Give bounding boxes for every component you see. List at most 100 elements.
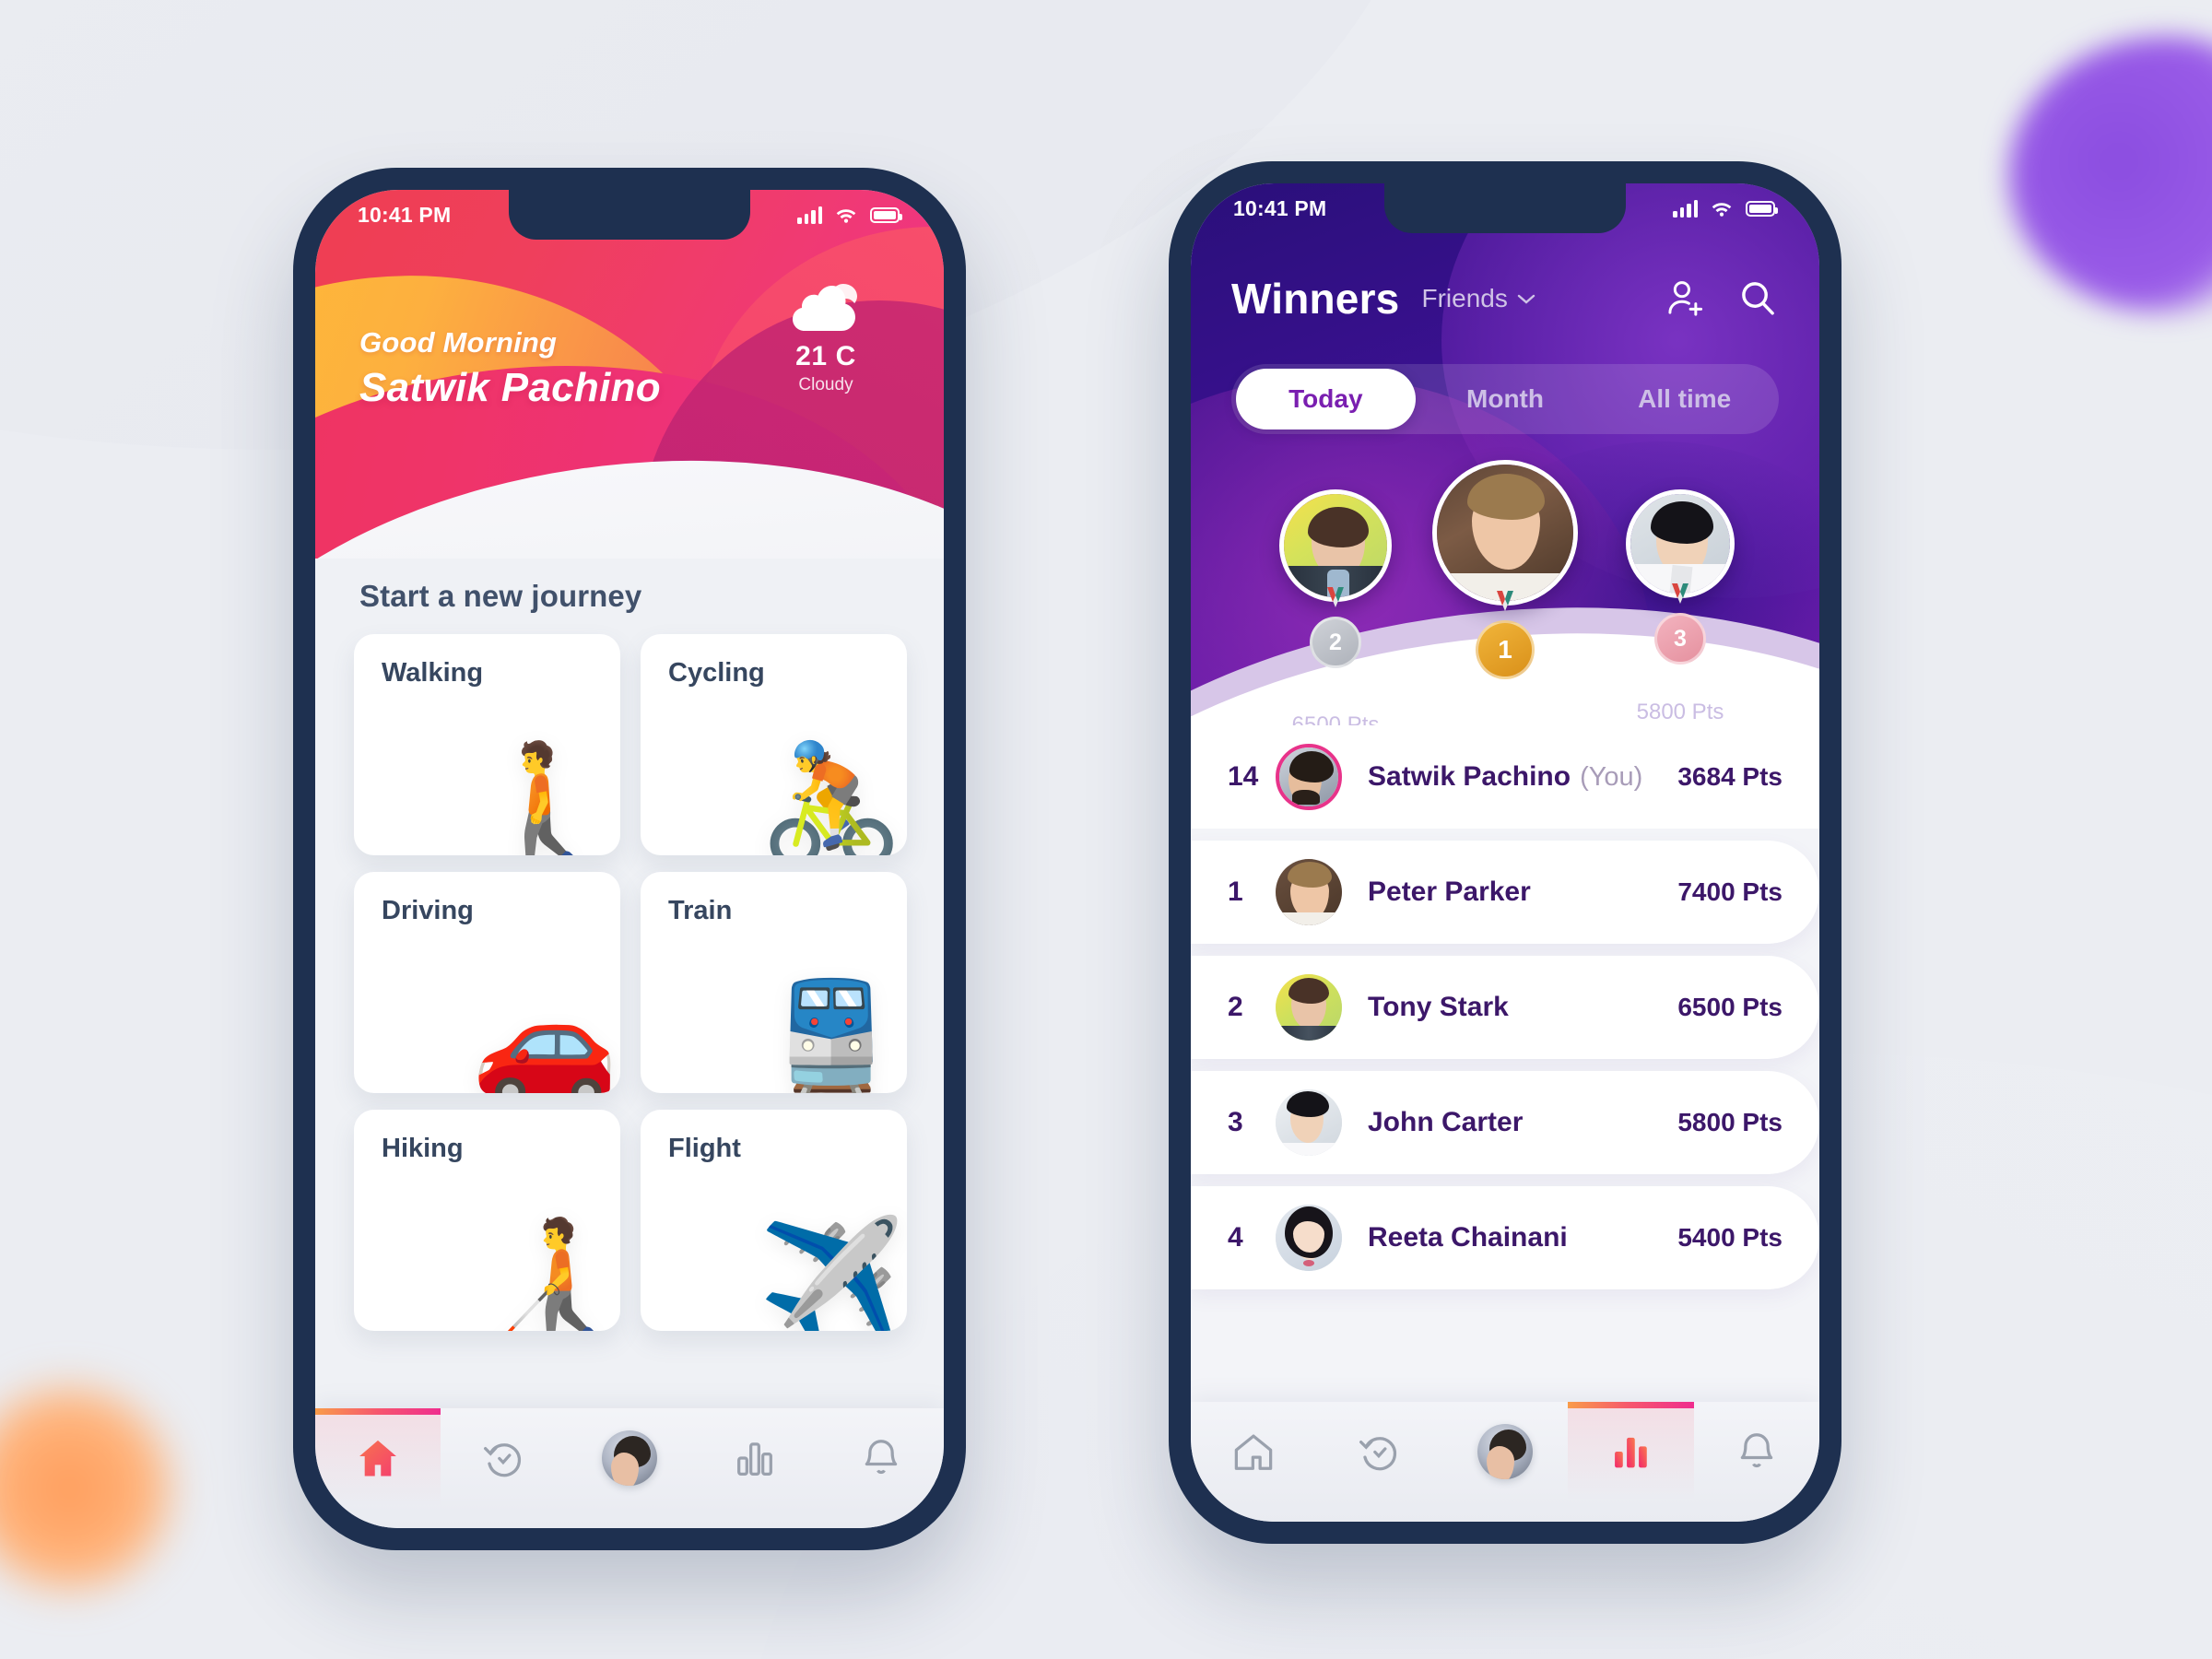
- greeting-salutation: Good Morning: [359, 326, 558, 359]
- rank-number: 3: [1228, 1107, 1243, 1137]
- journey-tile-label: Cycling: [668, 658, 765, 688]
- table-row[interactable]: 1 Peter Parker 7400 Pts: [1191, 841, 1819, 944]
- player-name: Peter Parker: [1368, 877, 1531, 907]
- rank-number: 14: [1228, 761, 1259, 792]
- avatar: [1626, 489, 1735, 598]
- status-time: 10:41 PM: [1233, 195, 1327, 220]
- nav-item-history[interactable]: [441, 1408, 566, 1528]
- battery-icon: [1746, 200, 1778, 217]
- journey-tile-label: Train: [668, 896, 733, 925]
- bell-icon: [865, 1440, 898, 1475]
- medal-badge: 2: [1310, 617, 1361, 668]
- search-icon[interactable]: [1736, 277, 1779, 320]
- bell-icon: [1740, 1433, 1773, 1468]
- nav-item-history[interactable]: [1316, 1402, 1441, 1522]
- tab-month[interactable]: Month: [1416, 369, 1595, 429]
- signal-bars-icon: [1673, 199, 1698, 218]
- winners-title-bar: Winners Friends: [1191, 263, 1819, 335]
- weather-widget: 21 C Cloudy: [761, 278, 890, 395]
- car-icon: 🚗: [471, 977, 618, 1094]
- avatar: [1276, 1089, 1342, 1156]
- nav-item-profile[interactable]: [1442, 1402, 1568, 1522]
- table-row[interactable]: 3 John Carter 5800 Pts: [1191, 1071, 1819, 1174]
- friends-filter-dropdown[interactable]: Friends: [1421, 284, 1535, 313]
- rank-number: 2: [1228, 992, 1243, 1022]
- friends-filter-label: Friends: [1421, 284, 1508, 312]
- journey-tile-driving[interactable]: Driving 🚗: [354, 872, 620, 1093]
- walking-person-icon: 🚶: [471, 739, 618, 856]
- wifi-icon: [1712, 203, 1732, 217]
- nav-item-stats[interactable]: [692, 1408, 818, 1528]
- nav-item-alerts[interactable]: [1694, 1402, 1819, 1522]
- greeting-block: Good Morning Satwik Pachino: [359, 326, 661, 411]
- nav-item-stats[interactable]: [1568, 1402, 1695, 1522]
- nav-item-profile[interactable]: [567, 1408, 692, 1528]
- journey-tile-train[interactable]: Train 🚆: [641, 872, 907, 1093]
- player-name: John Carter: [1368, 1107, 1524, 1137]
- avatar-face: [1630, 494, 1730, 594]
- battery-icon: [870, 206, 902, 223]
- journey-tile-label: Hiking: [382, 1134, 464, 1163]
- nav-item-home[interactable]: [1191, 1402, 1316, 1522]
- greeting-username: Satwik Pachino: [359, 365, 661, 410]
- table-row[interactable]: 14 Satwik Pachino (You) 3684 Pts: [1191, 725, 1819, 829]
- status-bar-winners: 10:41 PM: [1191, 183, 1819, 233]
- avatar-face: [1437, 465, 1573, 601]
- phone-mockup-home: Good Morning Satwik Pachino 21 C Cloudy …: [293, 168, 966, 1550]
- nav-item-alerts[interactable]: [818, 1408, 944, 1528]
- bar-chart-icon: [737, 1442, 773, 1476]
- avatar-icon: [1477, 1424, 1534, 1479]
- avatar-face: [1276, 1089, 1342, 1156]
- podium-points: 5800 Pts: [1636, 700, 1724, 724]
- status-icon-group: [797, 206, 902, 224]
- podium-place-3[interactable]: 3 John Carter 5800 Pts: [1583, 489, 1777, 725]
- avatar-face: [1276, 859, 1342, 925]
- nav-item-home[interactable]: [315, 1408, 441, 1528]
- bar-chart-icon: [1615, 1437, 1648, 1468]
- journey-tile-walking[interactable]: Walking 🚶: [354, 634, 620, 855]
- journey-tile-label: Walking: [382, 658, 484, 688]
- avatar-face: [1276, 1205, 1342, 1271]
- avatar-face: [1284, 494, 1387, 597]
- screen-home: Good Morning Satwik Pachino 21 C Cloudy …: [315, 190, 944, 1528]
- history-icon: [1359, 1437, 1396, 1471]
- journey-tile-label: Driving: [382, 896, 474, 925]
- home-icon: [359, 1440, 397, 1477]
- journey-tile-cycling[interactable]: Cycling 🚴: [641, 634, 907, 855]
- avatar-icon: [602, 1430, 658, 1486]
- cyclist-icon: 🚴: [758, 739, 905, 856]
- hiker-icon: 🧑‍🦯: [471, 1215, 618, 1332]
- rank-number: 1: [1228, 877, 1243, 907]
- avatar-face: [1279, 747, 1338, 806]
- screen-winners: Winners Friends Today Month All time 2 T…: [1191, 183, 1819, 1522]
- weather-temperature: 21 C: [795, 341, 856, 371]
- journey-tile-label: Flight: [668, 1134, 741, 1163]
- player-points: 3684 Pts: [1677, 762, 1783, 791]
- tab-all-time[interactable]: All time: [1594, 369, 1774, 429]
- player-name: Satwik Pachino: [1368, 761, 1571, 792]
- weather-description: Cloudy: [798, 375, 853, 394]
- table-row[interactable]: 2 Tony Stark 6500 Pts: [1191, 956, 1819, 1059]
- tab-today[interactable]: Today: [1236, 369, 1416, 429]
- avatar: [1276, 974, 1342, 1041]
- signal-bars-icon: [797, 206, 822, 224]
- bottom-navigation-home: [315, 1408, 944, 1528]
- avatar: [1276, 744, 1342, 810]
- podium-name: John Carter: [1610, 668, 1750, 696]
- bottom-navigation-winners: [1191, 1402, 1819, 1522]
- player-points: 6500 Pts: [1677, 993, 1783, 1021]
- airplane-icon: ✈️: [758, 1215, 905, 1332]
- medal-badge: 1: [1476, 620, 1535, 679]
- status-time: 10:41 PM: [358, 202, 452, 227]
- player-name: Reeta Chainani: [1368, 1222, 1568, 1253]
- table-row[interactable]: 4 Reeta Chainani 5400 Pts: [1191, 1186, 1819, 1289]
- background-blob-orange-left: [0, 1373, 194, 1604]
- page-title: Winners: [1231, 275, 1400, 323]
- add-user-icon[interactable]: [1665, 277, 1707, 320]
- player-name: Tony Stark: [1368, 992, 1509, 1022]
- rank-number: 4: [1228, 1222, 1243, 1253]
- journey-tile-flight[interactable]: Flight ✈️: [641, 1110, 907, 1331]
- journey-tile-hiking[interactable]: Hiking 🧑‍🦯: [354, 1110, 620, 1331]
- cloud-icon: [793, 284, 857, 331]
- player-points: 5400 Pts: [1677, 1223, 1783, 1252]
